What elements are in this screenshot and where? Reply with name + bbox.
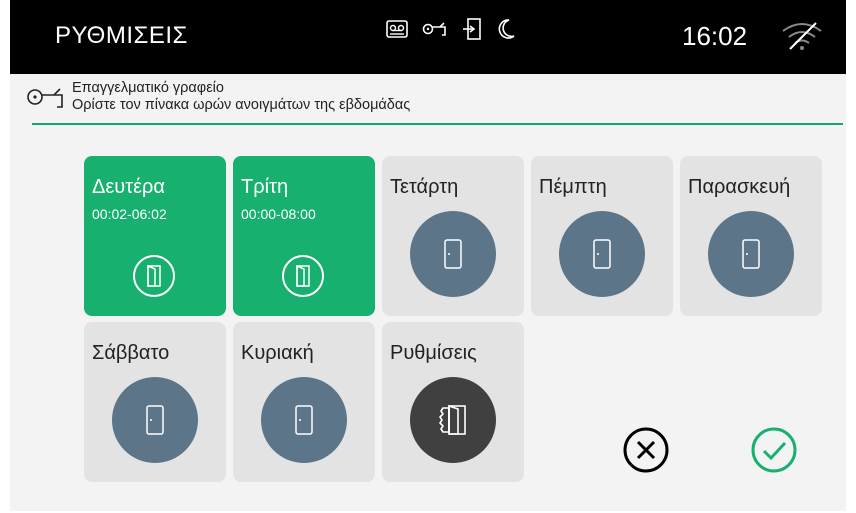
- door-closed-icon: [559, 211, 645, 297]
- divider: [32, 123, 843, 125]
- day-label: Παρασκευή: [688, 176, 791, 198]
- day-tile-saturday[interactable]: Σάββατο: [84, 322, 226, 482]
- day-label: Πέμπτη: [539, 176, 607, 198]
- wifi-off-icon: [780, 21, 824, 56]
- door-open-icon: [282, 255, 324, 297]
- subheader-title: Επαγγελματικό γραφείο: [72, 80, 224, 96]
- cancel-button[interactable]: [622, 426, 670, 479]
- moon-icon: [496, 18, 516, 40]
- status-bar: ΡΥΘΜΙΣΕΙΣ 16:02: [10, 0, 846, 74]
- page-title: ΡΥΘΜΙΣΕΙΣ: [55, 22, 188, 49]
- day-label: Σάββατο: [92, 342, 170, 364]
- confirm-icon: [750, 426, 798, 479]
- day-tile-friday[interactable]: Παρασκευή: [680, 156, 822, 316]
- day-label: Τρίτη: [241, 176, 289, 198]
- subheader: Επαγγελματικό γραφείο Ορίστε τον πίνακα …: [72, 80, 410, 114]
- day-time-range: 00:02-06:02: [92, 206, 167, 222]
- status-icons: [386, 18, 516, 40]
- day-time-range: 00:00-08:00: [241, 206, 316, 222]
- cancel-icon: [622, 426, 670, 479]
- door-gear-icon: [410, 377, 496, 463]
- subheader-description: Ορίστε τον πίνακα ωρών ανοιγμάτων της εβ…: [72, 97, 411, 113]
- day-label: Δευτέρα: [92, 176, 165, 198]
- settings-tile[interactable]: Ρυθμίσεις: [382, 322, 524, 482]
- door-closed-icon: [112, 377, 198, 463]
- door-closed-icon: [708, 211, 794, 297]
- day-tile-monday[interactable]: Δευτέρα 00:02-06:02: [84, 156, 226, 316]
- day-tile-thursday[interactable]: Πέμπτη: [531, 156, 673, 316]
- main-panel: Επαγγελματικό γραφείο Ορίστε τον πίνακα …: [10, 74, 846, 511]
- voicemail-icon: [386, 20, 408, 38]
- key-icon: [422, 20, 448, 38]
- day-tile-tuesday[interactable]: Τρίτη 00:00-08:00: [233, 156, 375, 316]
- day-label: Κυριακή: [241, 342, 314, 364]
- door-exit-icon: [462, 18, 482, 40]
- day-label: Τετάρτη: [390, 176, 459, 198]
- day-tile-sunday[interactable]: Κυριακή: [233, 322, 375, 482]
- settings-label: Ρυθμίσεις: [390, 342, 477, 364]
- clock: 16:02: [682, 21, 748, 51]
- door-closed-icon: [410, 211, 496, 297]
- day-tile-wednesday[interactable]: Τετάρτη: [382, 156, 524, 316]
- key-icon: [26, 84, 68, 115]
- confirm-button[interactable]: [750, 426, 798, 479]
- door-open-icon: [133, 255, 175, 297]
- door-closed-icon: [261, 377, 347, 463]
